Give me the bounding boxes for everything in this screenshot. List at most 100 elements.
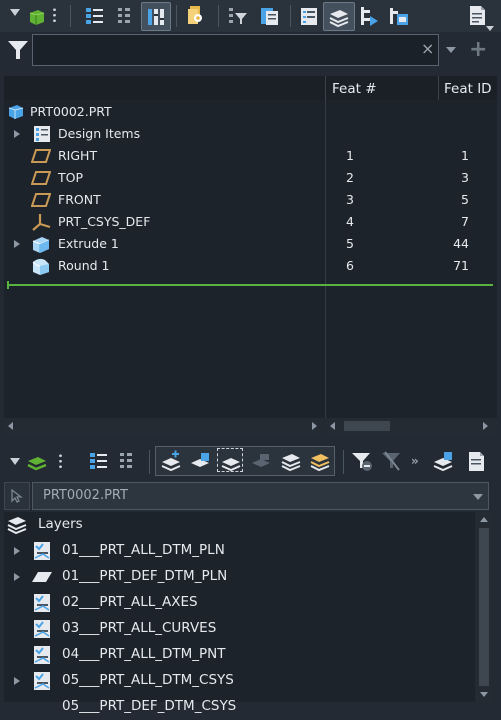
tree-row-round[interactable]: Round 1 6 71 [4,255,497,277]
feat-id-cell: 44 [453,236,469,251]
tree-row-extrude[interactable]: Extrude 1 5 44 [4,233,497,255]
layer-item[interactable]: 05___PRT_DEF_DTM_CSYS [4,694,475,720]
tree-horizontal-scrollbar-right[interactable] [326,418,497,434]
insert-marker[interactable] [7,284,493,286]
scroll-right-icon[interactable] [483,422,488,430]
datum-plane-icon [32,572,52,582]
layers-root-label: Layers [38,516,83,532]
tree-row-label: RIGHT [58,148,98,163]
tree-columns-icon[interactable] [116,450,138,472]
filter-funnel-icon[interactable] [7,40,29,60]
tree-row-right[interactable]: RIGHT 1 1 [4,145,497,167]
expand-more-icon[interactable]: » [411,454,419,468]
design-items-icon [34,126,50,142]
tree-row-label: FRONT [58,192,101,207]
tree-row-design-items[interactable]: Design Items [4,123,497,145]
layer-item[interactable]: 02___PRT_ALL_AXES [4,590,475,616]
model-tree-icon[interactable] [26,5,48,27]
tree-row-front[interactable]: FRONT 3 5 [4,189,497,211]
settings-book-icon[interactable] [184,4,206,26]
show-tree-button[interactable] [141,2,171,31]
expand-arrow-icon[interactable] [14,573,20,581]
show-layers-icon[interactable] [280,450,302,472]
feat-id-cell: 5 [461,192,469,207]
layer-rule-icon [34,672,50,690]
more-options-icon[interactable] [59,453,62,469]
collapse-arrow-icon[interactable] [10,458,20,465]
layer-item[interactable]: 01___PRT_DEF_DTM_PLN [4,564,475,590]
layer-properties-icon[interactable] [189,450,211,472]
layer-toolbar: » [0,442,501,480]
tree-root-label: PRT0002.PRT [30,104,112,119]
feat-num-cell: 6 [346,258,354,273]
layers-green-icon[interactable] [26,452,48,474]
toolbar-overflow-icon[interactable] [486,26,494,31]
feat-id-cell: 7 [461,214,469,229]
layer-item[interactable]: 01___PRT_ALL_DTM_PLN [4,538,475,564]
tree-row-label: Extrude 1 [58,236,119,251]
more-options-icon[interactable] [53,7,56,23]
scrollbar-thumb[interactable] [344,421,390,431]
component-status-icon[interactable] [388,5,410,27]
scroll-right-icon[interactable] [312,422,317,430]
detail-view-icon[interactable] [298,5,320,27]
scroll-down-icon[interactable] [480,692,488,697]
scrollbar-thumb[interactable] [479,528,489,686]
tree-row-label: Design Items [58,126,141,141]
tree-column-header: Feat # Feat ID [4,76,497,100]
layer-rule-icon [34,594,50,612]
notes-icon[interactable] [465,450,487,472]
layer-state-icon[interactable] [309,450,331,472]
expand-arrow-icon[interactable] [14,677,20,685]
filter-dropdown-icon[interactable] [446,47,456,53]
insert-arrow-icon[interactable] [358,5,380,27]
datum-plane-icon [31,149,51,163]
clear-filter-icon[interactable]: × [421,39,434,58]
tree-row-csys[interactable]: PRT_CSYS_DEF 4 7 [4,211,497,233]
layer-item-label: 01___PRT_DEF_DTM_PLN [62,568,228,584]
tree-list-icon[interactable] [88,450,110,472]
layer-tree-button[interactable] [323,2,355,31]
layer-filter-icon[interactable] [351,450,373,472]
column-feat-id[interactable]: Feat ID [444,81,492,97]
collapse-arrow-icon[interactable] [10,9,20,16]
pointer-icon [11,489,23,503]
hidden-layer-icon[interactable] [250,450,272,472]
layer-vertical-scrollbar[interactable] [476,512,492,702]
tree-row-label: TOP [58,170,84,185]
model-select-pointer[interactable] [4,482,30,510]
layer-filter-off-icon[interactable] [381,450,403,472]
layer-item[interactable]: 04___PRT_ALL_DTM_PNT [4,642,475,668]
layer-tree: Layers 01___PRT_ALL_DTM_PLN 01___PRT_DEF… [4,512,475,714]
scroll-left-icon[interactable] [330,422,335,430]
tree-list-icon[interactable] [84,5,106,27]
feat-id-cell: 71 [453,258,469,273]
tree-filter-icon[interactable] [227,5,249,27]
add-filter-icon[interactable]: + [469,37,487,62]
tree-row-top[interactable]: TOP 2 3 [4,167,497,189]
tree-filter-input[interactable]: × [32,34,439,66]
notes-icon[interactable] [466,4,488,26]
model-tree-toolbar [0,0,501,32]
layer-item-label: 05___PRT_DEF_DTM_CSYS [62,698,237,714]
scroll-left-icon[interactable] [8,422,13,430]
layer-item-icon[interactable] [220,451,242,473]
layers-root[interactable]: Layers [4,512,475,538]
new-layer-icon[interactable] [160,450,182,472]
tree-horizontal-scrollbar-left[interactable] [4,418,324,434]
expand-arrow-icon[interactable] [14,240,20,248]
column-feat-num[interactable]: Feat # [332,81,377,97]
layer-item[interactable]: 03___PRT_ALL_CURVES [4,616,475,642]
tree-columns-settings-icon[interactable] [258,5,280,27]
tree-toggle-icon [148,9,164,25]
layer-info-icon[interactable] [432,450,454,472]
dropdown-arrow-icon[interactable] [473,494,483,500]
tree-root[interactable]: PRT0002.PRT [4,101,497,123]
model-select-value: PRT0002.PRT [43,488,128,503]
expand-arrow-icon[interactable] [14,547,20,555]
tree-columns-icon[interactable] [114,5,136,27]
layer-item[interactable]: 05___PRT_ALL_DTM_CSYS [4,668,475,694]
scroll-up-icon[interactable] [480,517,488,522]
expand-arrow-icon[interactable] [14,130,20,138]
model-select-dropdown[interactable]: PRT0002.PRT [32,482,489,510]
